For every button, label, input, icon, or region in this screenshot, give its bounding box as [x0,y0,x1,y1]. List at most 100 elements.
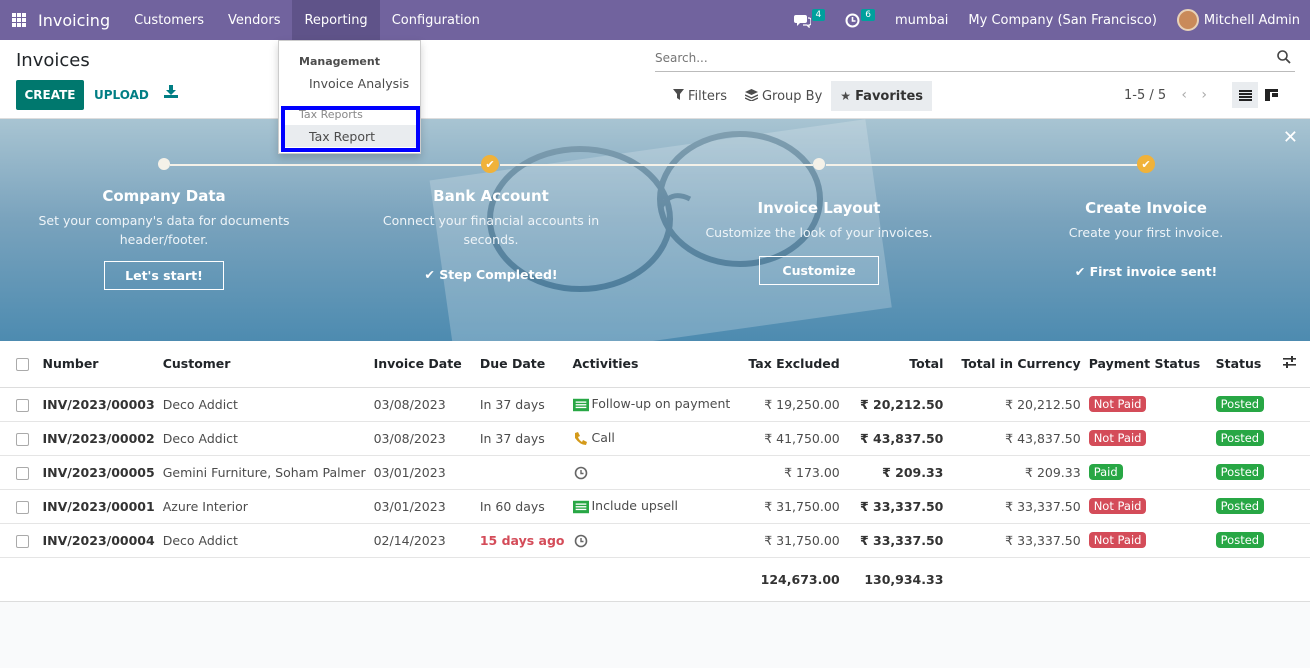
app-brand[interactable]: Invoicing [38,11,110,30]
page-title: Invoices [16,50,90,71]
apps-menu-icon[interactable] [0,0,38,40]
status-cell: Posted [1211,489,1279,524]
download-button[interactable] [164,84,180,104]
step-create-invoice: Create Invoice Create your first invoice… [1016,199,1276,279]
column-tax-excluded[interactable]: Tax Excluded [737,341,844,388]
row-checkbox[interactable] [16,432,29,446]
pager-value[interactable]: 1-5 / 5 [1124,88,1166,103]
table-row[interactable]: INV/2023/00005 Gemini Furniture, Soham P… [0,455,1310,490]
activity-cell[interactable] [568,455,738,490]
select-all-checkbox[interactable] [16,358,29,372]
tax-excluded: ₹ 31,750.00 [737,523,844,558]
activity-cell[interactable]: Follow-up on payment [568,387,738,422]
empty-cell [1278,455,1310,490]
total: ₹ 33,337.50 [843,489,948,524]
table-row[interactable]: INV/2023/00003 Deco Addict 03/08/2023 In… [0,387,1310,422]
activity-cell[interactable]: Include upsell [568,489,738,524]
invoice-number: INV/2023/00004 [38,523,159,558]
step-title: Bank Account [433,187,549,205]
view-switcher [1232,82,1284,108]
search-icon[interactable] [1277,50,1291,64]
step-invoice-layout: Invoice Layout Customize the look of you… [689,199,949,285]
messages-button[interactable]: 4 [784,0,836,40]
column-invoice-date[interactable]: Invoice Date [369,341,476,388]
status-cell: Posted [1211,421,1279,456]
list-view-button[interactable] [1232,82,1258,108]
row-checkbox-cell [0,523,39,558]
row-checkbox-cell [0,455,39,490]
row-checkbox[interactable] [16,534,29,548]
upload-button[interactable]: UPLOAD [94,80,149,110]
table-row[interactable]: INV/2023/00002 Deco Addict 03/08/2023 In… [0,421,1310,456]
menu-item-invoice-analysis[interactable]: Invoice Analysis [309,76,409,91]
row-checkbox[interactable] [16,500,29,514]
favorites-button[interactable]: ★ Favorites [831,81,932,111]
column-total-in-currency[interactable]: Total in Currency [947,341,1085,388]
column-activities[interactable]: Activities [568,341,738,388]
table-header-row: Number Customer Invoice Date Due Date Ac… [0,341,1310,388]
menu-customers[interactable]: Customers [122,0,216,40]
empty-cell [1278,387,1310,422]
chat-icon [793,14,811,28]
pager-previous-icon[interactable]: ‹ [1174,87,1194,103]
step-done-check-icon: ✔ [481,155,499,173]
star-icon: ★ [840,89,852,103]
activity-cell[interactable] [568,523,738,558]
invoice-number: INV/2023/00003 [38,387,159,422]
row-checkbox[interactable] [16,466,29,480]
create-button[interactable]: CREATE [16,80,84,110]
pager-next-icon[interactable]: › [1194,87,1214,103]
column-status[interactable]: Status [1211,341,1279,388]
column-due-date[interactable]: Due Date [475,341,569,388]
total-in-currency: ₹ 33,337.50 [947,523,1085,558]
total: ₹ 43,837.50 [843,421,948,456]
step-bank-account: Bank Account Connect your financial acco… [376,187,606,282]
menu-configuration[interactable]: Configuration [380,0,492,40]
list-view-icon [1238,89,1252,101]
table-row[interactable]: INV/2023/00001 Azure Interior 03/01/2023… [0,489,1310,524]
total-in-currency: ₹ 209.33 [947,455,1085,490]
filters-button[interactable]: Filters [664,81,736,111]
step-description: Set your company's data for documents he… [38,213,290,247]
invoice-list: Number Customer Invoice Date Due Date Ac… [0,341,1310,602]
step-title: Company Data [102,187,226,205]
activity-cell[interactable]: Call [568,421,738,456]
menu-vendors[interactable]: Vendors [216,0,292,40]
close-banner-icon[interactable]: ✕ [1283,127,1298,148]
invoice-number: INV/2023/00001 [38,489,159,524]
activity-summary: Call [591,430,615,446]
lets-start-button[interactable]: Let's start! [104,261,224,290]
filter-icon [673,89,684,103]
column-total[interactable]: Total [843,341,948,388]
status-cell: Posted [1211,387,1279,422]
empty-cell [947,557,1310,602]
menu-reporting[interactable]: Reporting [292,0,380,40]
column-settings-icon[interactable] [1282,356,1296,369]
optional-columns-cell [1278,341,1310,388]
step-dot [158,158,170,170]
kanban-view-button[interactable] [1258,82,1284,108]
payment-status-cell: Not Paid [1084,523,1212,558]
column-customer[interactable]: Customer [158,341,370,388]
column-number[interactable]: Number [38,341,159,388]
due-date [475,455,569,490]
payment-status-badge: Not Paid [1088,396,1147,412]
table-row[interactable]: INV/2023/00004 Deco Addict 02/14/2023 15… [0,523,1310,558]
tax-excluded: ₹ 31,750.00 [737,489,844,524]
control-panel: Invoices CREATE UPLOAD Filters Group By … [0,40,1310,119]
user-menu[interactable]: Mitchell Admin [1167,0,1310,40]
total: ₹ 33,337.50 [843,523,948,558]
company-switcher[interactable]: My Company (San Francisco) [958,0,1166,40]
favorites-label: Favorites [855,88,923,104]
customize-button[interactable]: Customize [759,256,879,285]
search-input[interactable] [655,46,1255,70]
column-payment-status[interactable]: Payment Status [1084,341,1212,388]
total-in-currency: ₹ 43,837.50 [947,421,1085,456]
row-checkbox[interactable] [16,398,29,412]
database-name[interactable]: mumbai [885,0,958,40]
tax-excluded-total: 124,673.00 [737,557,844,602]
activities-button[interactable]: 6 [835,0,885,40]
group-by-button[interactable]: Group By [736,81,831,111]
search-bar [655,46,1295,72]
check-icon: ✔ [1074,264,1090,279]
